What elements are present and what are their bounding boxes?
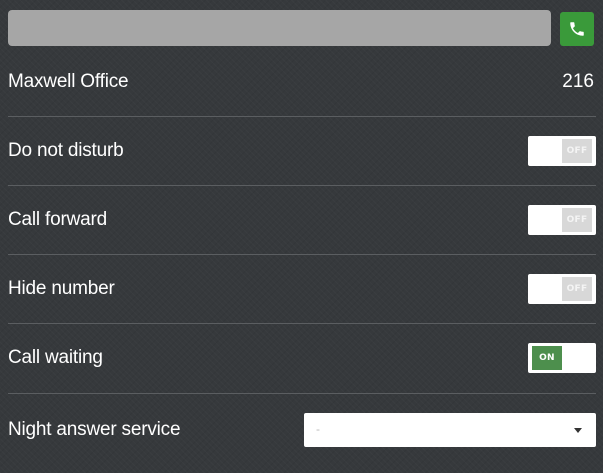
line-extension: 216 [562,71,594,92]
divider [8,393,596,394]
call-forward-label: Call forward [8,209,107,230]
do-not-disturb-label: Do not disturb [8,140,124,161]
setting-row-do-not-disturb: Do not disturb OFF [8,117,596,185]
hide-number-label: Hide number [8,278,115,299]
setting-row-hide-number: Hide number OFF [8,255,596,323]
night-answer-value: - [316,422,320,436]
chevron-down-icon [574,428,582,433]
setting-row-night-answer: Night answer service - [8,396,596,464]
call-waiting-toggle[interactable]: ON [528,343,596,373]
night-answer-label: Night answer service [8,419,181,440]
setting-row-call-forward: Call forward OFF [8,186,596,254]
call-forward-toggle[interactable]: OFF [528,205,596,235]
phone-panel: Maxwell Office 216 Do not disturb OFF Ca… [0,0,603,473]
line-info-row: Maxwell Office 216 [8,48,596,116]
toggle-state: OFF [562,208,592,232]
dial-number-input[interactable] [8,10,551,46]
line-name: Maxwell Office [8,71,129,92]
call-waiting-label: Call waiting [8,347,103,368]
setting-row-call-waiting: Call waiting ON [8,324,596,392]
toggle-state: ON [532,346,562,370]
phone-icon [570,22,584,36]
dial-bar [8,10,596,46]
do-not-disturb-toggle[interactable]: OFF [528,136,596,166]
call-button[interactable] [560,12,594,46]
night-answer-select[interactable]: - [304,413,596,447]
toggle-state: OFF [562,277,592,301]
hide-number-toggle[interactable]: OFF [528,274,596,304]
toggle-state: OFF [562,139,592,163]
